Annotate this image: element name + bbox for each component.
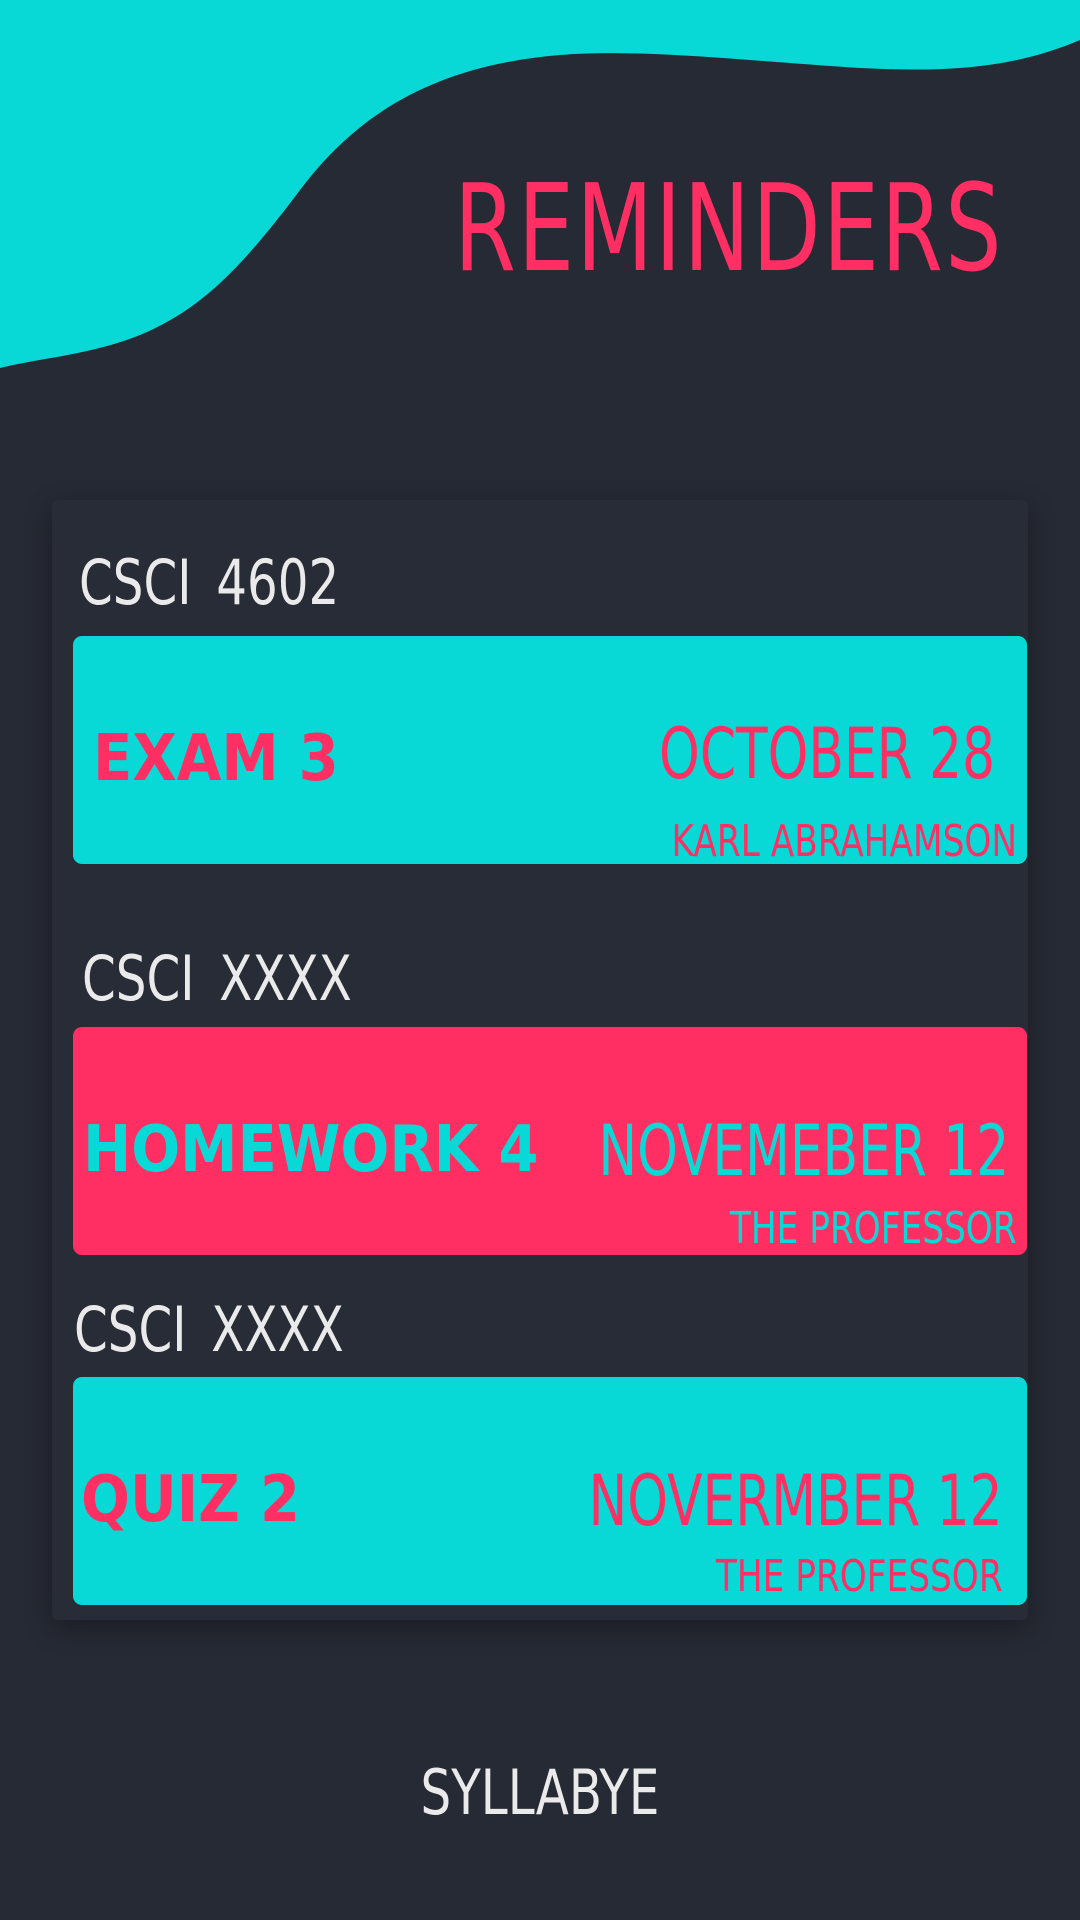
app-brand: SYLLABYE <box>420 1756 660 1829</box>
course-label: CSCI XXXX <box>74 1293 344 1366</box>
page-title: REMINDERS <box>454 160 1004 299</box>
reminder-professor: THE PROFESSOR <box>730 1203 1017 1254</box>
reminder-task: QUIZ 2 <box>81 1463 301 1537</box>
reminder-card[interactable]: QUIZ 2 NOVERMBER 12 THE PROFESSOR <box>73 1377 1027 1605</box>
reminder-task: HOMEWORK 4 <box>83 1113 539 1187</box>
reminder-card[interactable]: HOMEWORK 4 NOVEMEBER 12 THE PROFESSOR <box>73 1027 1027 1255</box>
reminder-professor: THE PROFESSOR <box>716 1551 1003 1602</box>
course-label: CSCI XXXX <box>82 942 352 1015</box>
reminder-date: OCTOBER 28 <box>659 713 995 795</box>
reminder-card[interactable]: EXAM 3 OCTOBER 28 KARL ABRAHAMSON <box>73 636 1027 867</box>
course-label: CSCI 4602 <box>79 546 340 619</box>
reminder-date: NOVEMEBER 12 <box>598 1110 1009 1192</box>
reminder-professor: KARL ABRAHAMSON <box>671 816 1017 867</box>
reminder-date: NOVERMBER 12 <box>588 1460 1003 1542</box>
reminder-task: EXAM 3 <box>93 722 339 796</box>
